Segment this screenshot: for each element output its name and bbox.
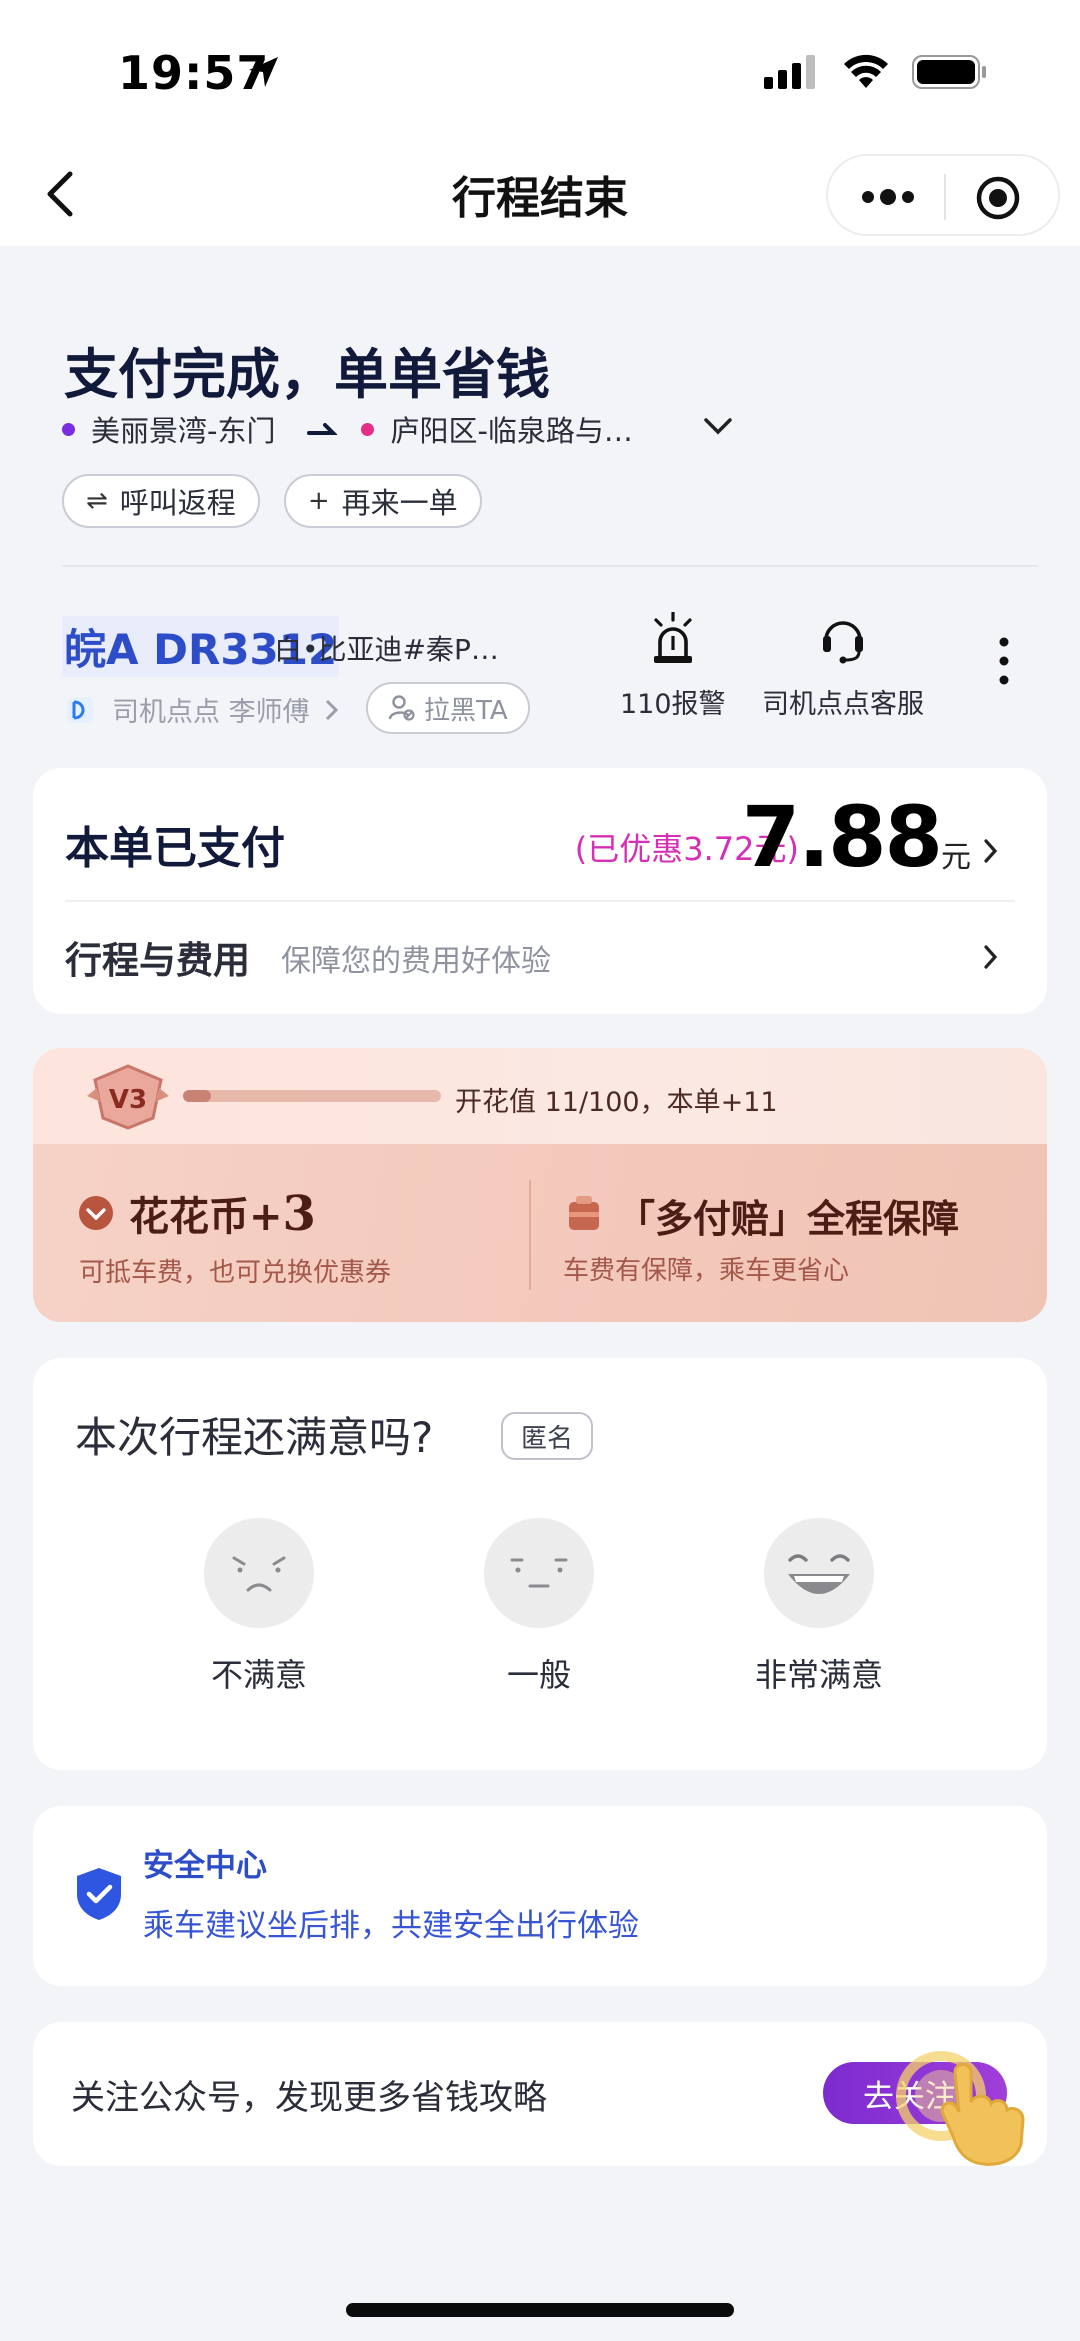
customer-service-button[interactable]: 司机点点客服: [762, 612, 924, 721]
shield-check-icon: [77, 1868, 121, 1920]
route-summary[interactable]: 美丽景湾-东门 庐阳区-临泉路与…: [62, 408, 762, 450]
status-indicators: [764, 54, 988, 90]
card-divider: [65, 900, 1015, 902]
rating-label: 不满意: [210, 1656, 307, 1694]
block-driver-button[interactable]: 拉黑TA: [366, 682, 530, 734]
destination-dot: [361, 422, 375, 436]
rating-label: 一般: [506, 1656, 571, 1694]
home-indicator: [346, 2303, 734, 2317]
police-label: 110报警: [620, 689, 726, 720]
plus-icon: +: [307, 486, 330, 516]
chevron-right-icon[interactable]: [983, 838, 999, 864]
blossom-progress-text: 开花值 11/100，本单+11: [455, 1087, 778, 1118]
block-label: 拉黑TA: [424, 695, 508, 726]
level-badge-text: V3: [109, 1085, 147, 1115]
benefit-divider: [529, 1180, 531, 1290]
level-badge-icon: V3: [87, 1064, 169, 1130]
sad-face-icon: [204, 1518, 314, 1628]
headline: 支付完成，单单省钱: [64, 343, 550, 406]
follow-text: 关注公众号，发现更多省钱攻略: [71, 2078, 547, 2118]
rating-title: 本次行程还满意吗?: [75, 1413, 434, 1462]
origin-dot: [62, 422, 75, 436]
police-110-button[interactable]: 110报警: [620, 612, 726, 721]
fee-subtitle: 保障您的费用好体验: [281, 944, 551, 979]
payment-card: 本单已支付 (已优惠3.72元) 7.88 元 行程与费用 保障您的费用好体验: [33, 768, 1047, 1014]
more-options-icon[interactable]: [854, 176, 920, 218]
driver-info[interactable]: 司机点点 李师傅: [66, 690, 340, 729]
close-target-icon[interactable]: [974, 174, 1022, 222]
more-vertical-icon[interactable]: [994, 636, 1014, 686]
currency-unit: 元: [941, 840, 971, 875]
guarantee-title: 「多付赔」全程保障: [617, 1197, 960, 1241]
call-return-label: 呼叫返程: [119, 486, 236, 520]
capsule-divider: [944, 174, 946, 220]
wifi-icon: [844, 54, 888, 88]
rating-unsatisfied[interactable]: 不满意: [169, 1518, 349, 1696]
paid-amount[interactable]: 7.88: [742, 788, 943, 886]
safety-title: 安全中心: [143, 1848, 267, 1884]
route-destination: 庐阳区-临泉路与…: [390, 414, 633, 448]
expand-chevron-icon[interactable]: [702, 414, 734, 438]
rating-neutral[interactable]: 一般: [449, 1518, 629, 1696]
anonymous-tag: 匿名: [501, 1412, 594, 1460]
divider: [62, 565, 1038, 567]
flower-coin-icon: [79, 1196, 113, 1230]
coin-label: 花花币+: [129, 1194, 283, 1240]
guarantee-bag-icon: [569, 1196, 599, 1230]
headset-icon: [823, 621, 863, 664]
coin-reward-title: 花花币+3: [129, 1184, 316, 1242]
driver-name: 司机点点 李师傅: [112, 697, 310, 728]
nav-bar: 行程结束: [0, 140, 1080, 246]
coin-subtitle: 可抵车费，也可兑换优惠券: [79, 1258, 392, 1288]
swap-icon: ⇌: [86, 486, 108, 516]
rating-very-satisfied[interactable]: 非常满意: [729, 1518, 909, 1696]
blossom-rewards-card[interactable]: V3 开花值 11/100，本单+11 花花币+3 可抵车费，也可兑换优惠券 「…: [33, 1048, 1047, 1322]
chevron-right-icon: [325, 699, 338, 720]
miniprogram-capsule: [826, 154, 1060, 236]
blossom-progress-bar: [183, 1090, 441, 1102]
coin-value: 3: [282, 1186, 316, 1242]
safety-subtitle: 乘车建议坐后排，共建安全出行体验: [143, 1908, 639, 1944]
route-arrow-icon: [307, 423, 338, 435]
paid-label: 本单已支付: [65, 823, 285, 874]
block-user-icon: [388, 695, 415, 721]
location-arrow-icon: [249, 57, 278, 87]
service-label: 司机点点客服: [762, 689, 924, 720]
quick-actions: ⇌ 呼叫返程 + 再来一单: [62, 474, 482, 528]
chevron-right-icon[interactable]: [983, 944, 999, 970]
neutral-face-icon: [484, 1518, 594, 1628]
didi-logo-icon: [67, 696, 93, 723]
safety-center-card[interactable]: 安全中心 乘车建议坐后排，共建安全出行体验: [33, 1806, 1047, 1986]
signal-icon: [764, 55, 815, 89]
route-origin: 美丽景湾-东门: [91, 414, 276, 448]
blossom-progress-fill: [183, 1090, 212, 1102]
call-return-button[interactable]: ⇌ 呼叫返程: [62, 474, 260, 528]
rating-label: 非常满意: [754, 1656, 883, 1694]
alarm-siren-icon: [653, 612, 692, 663]
reorder-button[interactable]: + 再来一单: [283, 474, 482, 528]
rating-card: 本次行程还满意吗? 匿名 不满意 一般 非常满意: [33, 1358, 1047, 1770]
happy-face-icon: [764, 1518, 874, 1628]
guarantee-subtitle: 车费有保障，乘车更省心: [563, 1256, 850, 1286]
reorder-label: 再来一单: [341, 486, 458, 520]
car-description: 白•比亚迪#秦P…: [274, 633, 499, 666]
status-bar: 19:57: [0, 0, 1080, 140]
follow-account-card: 关注公众号，发现更多省钱攻略 去关注: [33, 2022, 1047, 2166]
battery-icon: [912, 55, 986, 89]
fee-title[interactable]: 行程与费用: [65, 930, 250, 984]
tap-hint-hand-icon: [896, 2051, 1025, 2166]
